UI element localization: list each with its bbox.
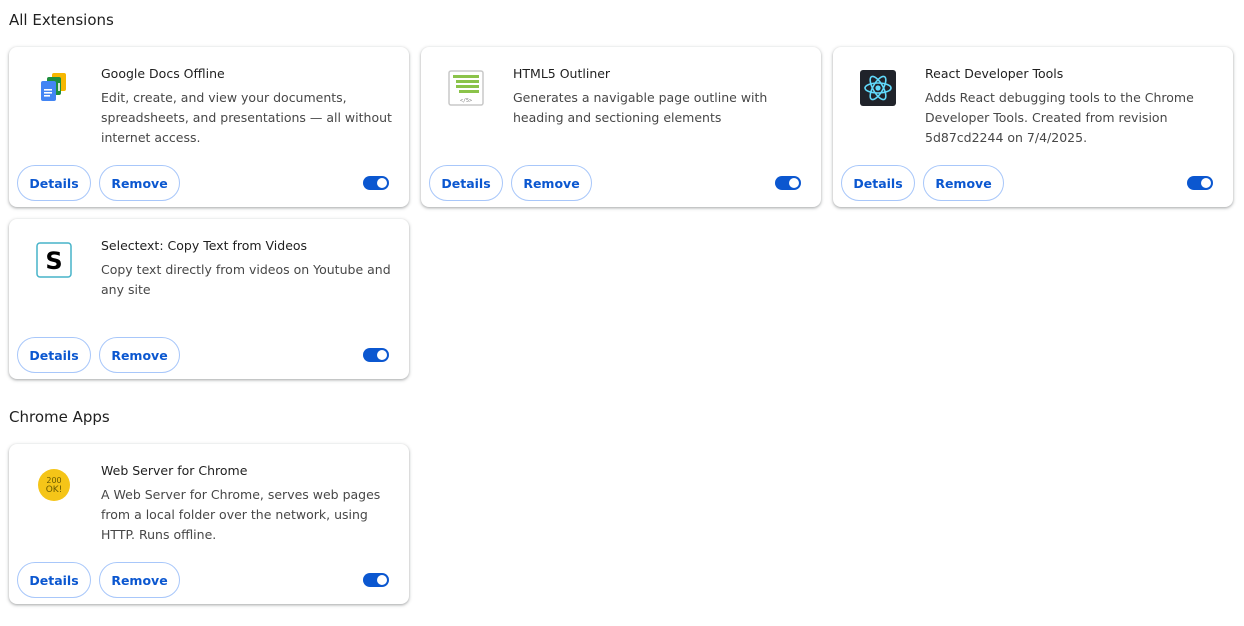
details-button[interactable]: Details (17, 337, 91, 373)
web-server-icon-text-top: 200 (46, 476, 61, 485)
remove-button[interactable]: Remove (99, 165, 180, 201)
enable-toggle[interactable] (775, 176, 801, 190)
toggle-knob (377, 350, 387, 360)
selectext-icon-letter: S (45, 247, 62, 275)
toggle-knob (377, 178, 387, 188)
enable-toggle[interactable] (363, 348, 389, 362)
extension-card-html5-outliner: </5> HTML5 Outliner Generates a navigabl… (421, 47, 821, 207)
web-server-icon: 200 OK! (35, 466, 73, 504)
google-docs-offline-icon (35, 69, 73, 107)
selectext-icon: S (35, 241, 73, 279)
app-name: Web Server for Chrome (101, 463, 248, 478)
extension-description: Copy text directly from videos on Youtub… (101, 262, 391, 297)
extension-card-google-docs-offline: Google Docs Offline Edit, create, and vi… (9, 47, 409, 207)
toggle-knob (1201, 178, 1211, 188)
details-button[interactable]: Details (17, 165, 91, 201)
outliner-icon-text: </5> (460, 98, 472, 104)
extension-description: Adds React debugging tools to the Chrome… (925, 90, 1194, 145)
html5-outliner-icon: </5> (447, 69, 485, 107)
details-button[interactable]: Details (841, 165, 915, 201)
toggle-knob (789, 178, 799, 188)
app-card-web-server-for-chrome: 200 OK! Web Server for Chrome A Web Serv… (9, 444, 409, 604)
section-title-apps: Chrome Apps (9, 408, 110, 426)
app-description: A Web Server for Chrome, serves web page… (101, 487, 381, 542)
extension-name: HTML5 Outliner (513, 66, 611, 81)
extension-description: Edit, create, and view your documents, s… (101, 90, 392, 145)
extension-name: Google Docs Offline (101, 66, 225, 81)
enable-toggle[interactable] (363, 573, 389, 587)
toggle-knob (377, 575, 387, 585)
extension-name: Selectext: Copy Text from Videos (101, 238, 308, 253)
enable-toggle[interactable] (363, 176, 389, 190)
remove-button[interactable]: Remove (511, 165, 592, 201)
extension-card-react-developer-tools: React Developer Tools Adds React debuggi… (833, 47, 1233, 207)
react-icon (859, 69, 897, 107)
extension-name: React Developer Tools (925, 66, 1064, 81)
remove-button[interactable]: Remove (99, 337, 180, 373)
extension-card-selectext: S Selectext: Copy Text from Videos Copy … (9, 219, 409, 379)
section-title-extensions: All Extensions (9, 11, 114, 29)
details-button[interactable]: Details (429, 165, 503, 201)
remove-button[interactable]: Remove (99, 562, 180, 598)
web-server-icon-text-bottom: OK! (46, 485, 63, 495)
remove-button[interactable]: Remove (923, 165, 1004, 201)
extension-description: Generates a navigable page outline with … (513, 90, 768, 125)
details-button[interactable]: Details (17, 562, 91, 598)
enable-toggle[interactable] (1187, 176, 1213, 190)
